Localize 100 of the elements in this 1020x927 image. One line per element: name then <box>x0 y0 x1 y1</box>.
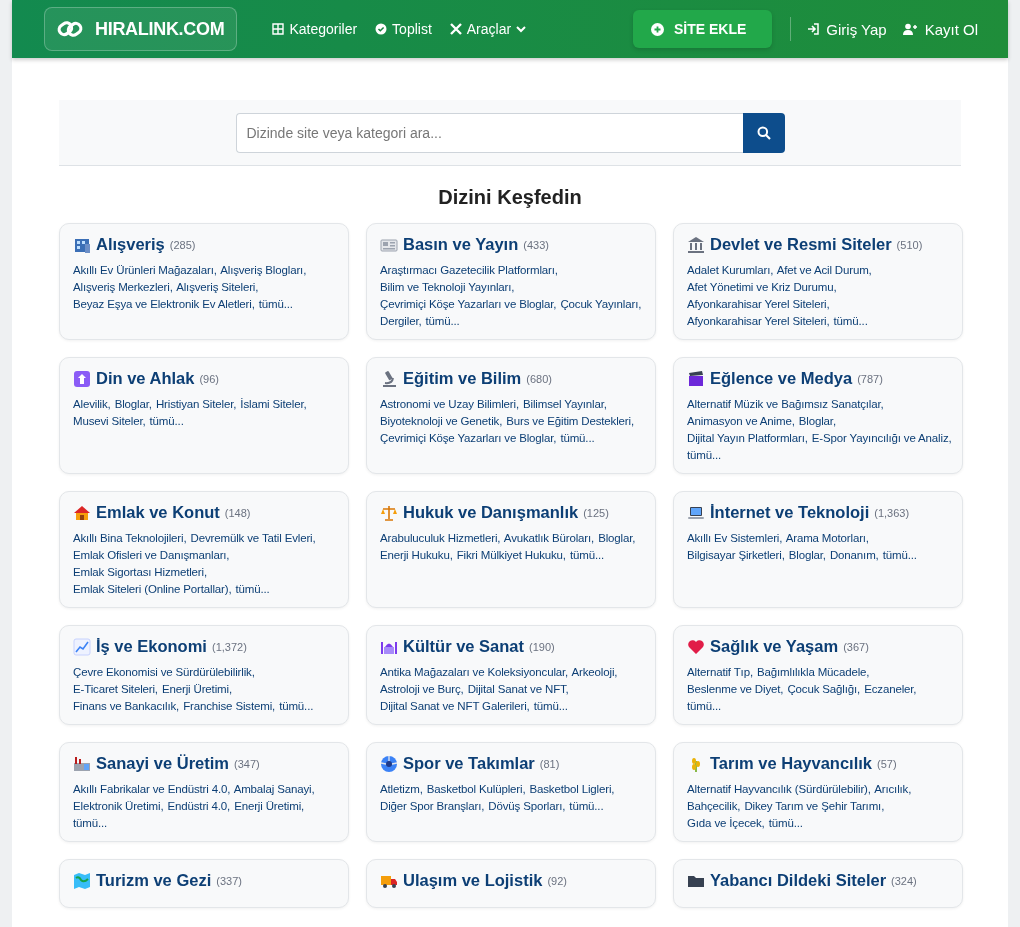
see-all-link[interactable]: tümü... <box>560 432 595 444</box>
subcategory-link[interactable]: Atletizm, <box>380 783 423 795</box>
subcategory-link[interactable]: Arıcılık, <box>874 783 912 795</box>
subcategory-link[interactable]: İslami Siteler, <box>240 398 307 410</box>
subcategory-link[interactable]: Ambalaj Sanayi, <box>233 783 315 795</box>
category-title[interactable]: Yabancı Dildeki Siteler <box>710 871 887 890</box>
subcategory-link[interactable]: Dergiler, <box>380 315 422 327</box>
category-title[interactable]: İnternet ve Teknoloji <box>710 503 870 522</box>
subcategory-link[interactable]: Dikey Tarım ve Şehir Tarımı, <box>744 800 885 812</box>
subcategory-link[interactable]: Afet Yönetimi ve Kriz Durumu, <box>687 281 837 293</box>
subcategory-link[interactable]: Biyoteknoloji ve Genetik, <box>380 415 503 427</box>
category-title[interactable]: Ulaşım ve Lojistik <box>403 871 543 890</box>
subcategory-link[interactable]: Akıllı Bina Teknolojileri, <box>73 532 187 544</box>
subcategory-link[interactable]: Adalet Kurumları, <box>687 264 774 276</box>
see-all-link[interactable]: tümü... <box>569 549 605 561</box>
subcategory-link[interactable]: Alternatif Tıp, <box>687 666 753 678</box>
subcategory-link[interactable]: Bilim ve Teknoloji Yayınları, <box>380 281 515 293</box>
category-title[interactable]: Din ve Ahlak <box>96 369 195 388</box>
subcategory-link[interactable]: Bahçecilik, <box>687 800 741 812</box>
see-all-link[interactable]: tümü... <box>279 700 314 712</box>
category-title[interactable]: Eğitim ve Bilim <box>403 369 522 388</box>
subcategory-link[interactable]: Animasyon ve Anime, <box>687 415 795 427</box>
subcategory-link[interactable]: Bloglar, <box>114 398 152 410</box>
subcategory-link[interactable]: Bloglar, <box>788 549 826 561</box>
subcategory-link[interactable]: Emlak Siteleri (Online Portallar), <box>73 583 232 595</box>
category-title[interactable]: Alışveriş <box>96 235 165 254</box>
subcategory-link[interactable]: Alternatif Hayvancılık (Sürdürülebilir), <box>687 783 871 795</box>
nav-link[interactable]: Kategoriler <box>272 21 358 37</box>
subcategory-link[interactable]: Finans ve Bankacılık, <box>73 700 180 712</box>
search-button[interactable] <box>742 113 785 153</box>
subcategory-link[interactable]: Franchise Sistemi, <box>183 700 276 712</box>
subcategory-link[interactable]: Gıda ve İçecek, <box>687 817 765 829</box>
see-all-link[interactable]: tümü... <box>149 415 184 427</box>
category-title[interactable]: Spor ve Takımlar <box>403 754 535 773</box>
see-all-link[interactable]: tümü... <box>533 700 568 712</box>
category-title[interactable]: Sağlık ve Yaşam <box>710 637 839 656</box>
see-all-link[interactable]: tümü... <box>569 800 604 812</box>
subcategory-link[interactable]: Dijital Sanat ve NFT Galerileri, <box>380 700 530 712</box>
subcategory-link[interactable]: Akıllı Fabrikalar ve Endüstri 4.0, <box>73 783 231 795</box>
subcategory-link[interactable]: Bilimsel Yayınlar, <box>523 398 607 410</box>
see-all-link[interactable]: tümü... <box>258 298 293 310</box>
subcategory-link[interactable]: Fikri Mülkiyet Hukuku, <box>456 549 566 561</box>
subcategory-link[interactable]: Alışveriş Blogları, <box>220 264 307 276</box>
subcategory-link[interactable]: Emlak Ofisleri ve Danışmanları, <box>73 549 230 561</box>
subcategory-link[interactable]: Akıllı Ev Sistemleri, <box>687 532 783 544</box>
see-all-link[interactable]: tümü... <box>882 549 917 561</box>
subcategory-link[interactable]: Astroloji ve Burç, <box>380 683 464 695</box>
category-title[interactable]: Basın ve Yayın <box>403 235 519 254</box>
subcategory-link[interactable]: Afyonkarahisar Yerel Siteleri, <box>687 298 830 310</box>
search-field[interactable]: Dizinde site veya kategori ara... <box>235 113 743 153</box>
subcategory-link[interactable]: E-Spor Yayıncılığı ve Analiz, <box>811 432 952 444</box>
see-all-link[interactable]: tümü... <box>833 315 868 327</box>
subcategory-link[interactable]: Afet ve Acil Durum, <box>776 264 872 276</box>
subcategory-link[interactable]: Dövüş Sporları, <box>488 800 566 812</box>
see-all-link[interactable]: tümü... <box>235 583 270 595</box>
subcategory-link[interactable]: Arabuluculuk Hizmetleri, <box>380 532 501 544</box>
subcategory-link[interactable]: Elektronik Üretimi, <box>73 800 164 812</box>
subcategory-link[interactable]: Dijital Yayın Platformları, <box>687 432 808 444</box>
see-all-link[interactable]: tümü... <box>425 315 460 327</box>
subcategory-link[interactable]: Akıllı Ev Ürünleri Mağazaları, <box>73 264 217 276</box>
subcategory-link[interactable]: Emlak Sigortası Hizmetleri, <box>73 566 207 578</box>
subcategory-link[interactable]: Eczaneler, <box>864 683 917 695</box>
subcategory-link[interactable]: Avukatlık Büroları, <box>503 532 595 544</box>
subcategory-link[interactable]: Enerji Üretimi, <box>234 800 305 812</box>
subcategory-link[interactable]: Bağımlılıkla Mücadele, <box>757 666 870 678</box>
category-title[interactable]: Turizm ve Gezi <box>96 871 212 890</box>
subcategory-link[interactable]: Beslenme ve Diyet, <box>687 683 784 695</box>
category-title[interactable]: İş ve Ekonomi <box>96 637 207 656</box>
subcategory-link[interactable]: Arkeoloji, <box>571 666 618 678</box>
see-all-link[interactable]: tümü... <box>73 817 108 829</box>
nav-link[interactable]: Toplist <box>375 21 432 37</box>
auth-link[interactable]: Kayıt Ol <box>902 20 978 38</box>
subcategory-link[interactable]: Arama Motorları, <box>785 532 869 544</box>
subcategory-link[interactable]: Basketbol Ligleri, <box>529 783 615 795</box>
subcategory-link[interactable]: Çevrimiçi Köşe Yazarları ve Bloglar, <box>380 432 557 444</box>
subcategory-link[interactable]: Alevilik, <box>73 398 111 410</box>
subcategory-link[interactable]: Donanım, <box>829 549 879 561</box>
see-all-link[interactable]: tümü... <box>687 700 722 712</box>
subcategory-link[interactable]: Dijital Sanat ve NFT, <box>467 683 569 695</box>
subcategory-link[interactable]: Çocuk Sağlığı, <box>787 683 861 695</box>
subcategory-link[interactable]: Bloglar, <box>598 532 636 544</box>
category-title[interactable]: Tarım ve Hayvancılık <box>710 754 873 773</box>
subcategory-link[interactable]: Alışveriş Siteleri, <box>176 281 259 293</box>
category-title[interactable]: Hukuk ve Danışmanlık <box>403 503 579 522</box>
site-logo[interactable]: HIRALINK.COM <box>44 7 238 51</box>
subcategory-link[interactable]: Hristiyan Siteler, <box>155 398 237 410</box>
category-title[interactable]: Emlak ve Konut <box>96 503 220 522</box>
subcategory-link[interactable]: Enerji Hukuku, <box>380 549 453 561</box>
subcategory-link[interactable]: Çevrimiçi Köşe Yazarları ve Bloglar, <box>380 298 557 310</box>
subcategory-link[interactable]: Çocuk Yayınları, <box>560 298 642 310</box>
subcategory-link[interactable]: Beyaz Eşya ve Elektronik Ev Aletleri, <box>73 298 255 310</box>
subcategory-link[interactable]: Alternatif Müzik ve Bağımsız Sanatçılar, <box>687 398 884 410</box>
subcategory-link[interactable]: Diğer Spor Branşları, <box>380 800 485 812</box>
nav-link[interactable]: Araçlar <box>449 21 527 37</box>
subcategory-link[interactable]: Burs ve Eğitim Destekleri, <box>506 415 634 427</box>
subcategory-link[interactable]: Çevre Ekonomisi ve Sürdürülebilirlik, <box>73 666 255 678</box>
subcategory-link[interactable]: E-Ticaret Siteleri, <box>73 683 158 695</box>
subcategory-link[interactable]: Afyonkarahisar Yerel Siteleri, <box>687 315 830 327</box>
auth-link[interactable]: Giriş Yap <box>807 20 887 38</box>
see-all-link[interactable]: tümü... <box>687 449 722 461</box>
